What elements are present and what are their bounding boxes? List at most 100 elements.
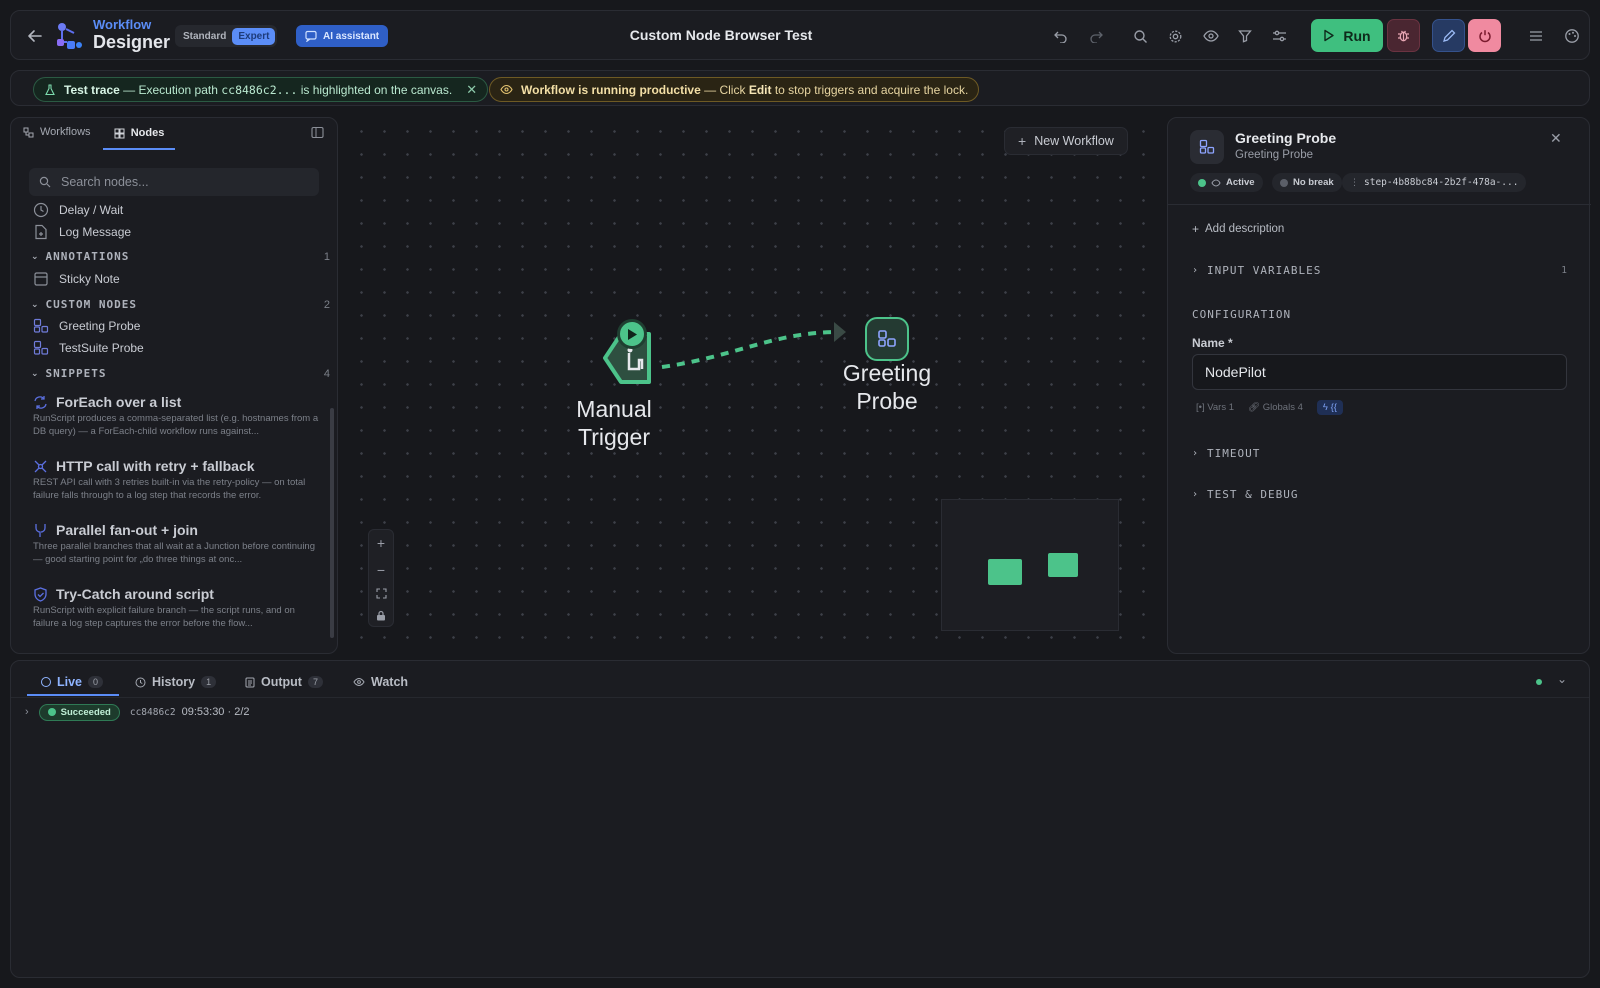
node-greeting-probe[interactable]: [865, 317, 909, 361]
zoom-out-button[interactable]: −: [377, 562, 385, 578]
collapse-panel-button[interactable]: [311, 126, 324, 139]
undo-icon: [1054, 31, 1067, 43]
settings-button[interactable]: [1163, 24, 1187, 48]
lock-icon[interactable]: [376, 610, 386, 621]
section-annotations[interactable]: ⌄ ANNOTATIONS 1: [31, 250, 331, 263]
close-inspector-button[interactable]: ✕: [1550, 130, 1562, 147]
section-custom-nodes[interactable]: ⌄ CUSTOM NODES 2: [31, 298, 331, 311]
step-id-badge[interactable]: ⋮ step-4b88bc84-2b2f-478a-...: [1342, 173, 1527, 192]
node-item-log[interactable]: Log Message: [33, 224, 131, 240]
search-placeholder: Search nodes...: [61, 175, 149, 189]
snippet-foreach[interactable]: ForEach over a list RunScript produces a…: [33, 394, 323, 438]
snippet-http-retry[interactable]: HTTP call with retry + fallback REST API…: [33, 458, 323, 502]
edge-arrow-icon: [834, 322, 846, 342]
add-description-button[interactable]: + Add description: [1192, 222, 1284, 236]
eye-icon: [1211, 178, 1221, 187]
workflow-canvas[interactable]: + New Workflow Manual Trigger Greeting P…: [344, 117, 1154, 654]
ai-assistant-button[interactable]: AI assistant: [296, 25, 389, 47]
chat-icon: [305, 30, 317, 42]
trigger-node-label: Manual Trigger: [554, 395, 674, 451]
node-item-testsuite-probe[interactable]: TestSuite Probe: [33, 340, 144, 356]
chevron-right-icon: ›: [1192, 448, 1200, 459]
tab-live[interactable]: Live 0: [41, 670, 104, 694]
breakpoint-badge[interactable]: No break: [1272, 173, 1342, 192]
app-logo: [53, 19, 87, 53]
redo-icon: [1090, 31, 1103, 43]
redo-button[interactable]: [1084, 24, 1108, 48]
debug-button[interactable]: [1387, 19, 1420, 52]
collapse-bottom-button[interactable]: ⌄: [1557, 672, 1567, 686]
edit-button[interactable]: [1432, 19, 1465, 52]
globals-helper[interactable]: 🔗︎ Globals 4: [1248, 402, 1303, 413]
timeout-section[interactable]: › TIMEOUT: [1192, 447, 1260, 460]
tab-history-label: History: [152, 675, 196, 689]
name-input-value: NodePilot: [1205, 364, 1266, 380]
live-circle-icon: [41, 677, 51, 687]
node-item-delay[interactable]: Delay / Wait: [33, 202, 123, 218]
custom-node-icon: [33, 318, 49, 333]
vars-count: 1: [1228, 402, 1235, 413]
section-custom-label: CUSTOM NODES: [45, 298, 138, 311]
tab-history[interactable]: History 1: [135, 670, 217, 694]
trace-hash: cc8486c2...: [221, 82, 298, 97]
tab-workflows[interactable]: Workflows: [23, 126, 91, 138]
snippet-try-catch[interactable]: Try-Catch around script RunScript with e…: [33, 586, 323, 630]
mode-expert-button[interactable]: Expert: [232, 27, 276, 45]
name-input[interactable]: NodePilot: [1192, 354, 1567, 390]
vars-label: Vars: [1207, 402, 1227, 413]
status-active-badge: Active: [1190, 173, 1263, 192]
run-button[interactable]: Run: [1311, 19, 1383, 52]
section-annotations-label: ANNOTATIONS: [45, 250, 130, 263]
zoom-controls: + −: [368, 529, 394, 627]
search-nodes-input[interactable]: Search nodes...: [29, 168, 319, 196]
filter-button[interactable]: [1233, 24, 1257, 48]
trigger-play-button[interactable]: [617, 319, 647, 349]
scrollbar-thumb[interactable]: [330, 408, 334, 638]
menu-button[interactable]: [1524, 24, 1548, 48]
section-snippets-count: 4: [323, 367, 331, 380]
trigger-label-line2: Trigger: [578, 424, 650, 450]
fit-view-icon[interactable]: [375, 588, 387, 599]
node-item-sticky-note[interactable]: Sticky Note: [33, 271, 120, 287]
tab-watch[interactable]: Watch: [353, 670, 408, 694]
node-item-greeting-probe[interactable]: Greeting Probe: [33, 318, 140, 334]
back-button[interactable]: [23, 24, 47, 48]
tab-nodes-label: Nodes: [130, 127, 165, 139]
expression-helper[interactable]: ϟ {{: [1316, 400, 1343, 415]
snippet-parallel[interactable]: Parallel fan-out + join Three parallel b…: [33, 522, 323, 566]
inspector-subtitle: Greeting Probe: [1235, 149, 1313, 161]
vars-helper[interactable]: [•] Vars 1: [1196, 402, 1234, 413]
tab-nodes[interactable]: Nodes: [103, 118, 175, 150]
workflow-logo-icon: [57, 23, 82, 49]
preview-button[interactable]: [1199, 24, 1223, 48]
search-button[interactable]: [1128, 24, 1152, 48]
app-title: Workflow Designer: [93, 18, 170, 51]
mode-standard-button[interactable]: Standard: [177, 31, 232, 42]
node-manual-trigger[interactable]: [599, 319, 659, 389]
minimap[interactable]: [941, 499, 1119, 631]
undo-button[interactable]: [1049, 24, 1073, 48]
grid-icon: [114, 128, 125, 138]
play-icon: [628, 328, 637, 340]
section-snippets[interactable]: ⌄ SNIPPETS 4: [31, 367, 331, 380]
zoom-in-button[interactable]: +: [377, 535, 385, 551]
stop-button[interactable]: [1468, 19, 1501, 52]
loop-icon: [34, 395, 47, 409]
tab-output[interactable]: Output 7: [245, 670, 323, 694]
trace-close-icon[interactable]: ✕: [466, 82, 477, 98]
node-item-label: TestSuite Probe: [59, 341, 144, 355]
test-debug-section[interactable]: › TEST & DEBUG: [1192, 488, 1299, 501]
inspector-title: Greeting Probe: [1235, 130, 1337, 146]
mode-toggle: Standard Expert: [175, 25, 278, 47]
run-label: Run: [1343, 27, 1371, 44]
timeout-label: TIMEOUT: [1207, 447, 1261, 460]
adjust-button[interactable]: [1267, 24, 1291, 48]
theme-button[interactable]: [1560, 24, 1584, 48]
input-variables-section[interactable]: › INPUT VARIABLES 1: [1192, 264, 1568, 277]
sticky-note-icon: [34, 272, 48, 286]
configuration-label: CONFIGURATION: [1192, 308, 1292, 321]
hash-icon: ⋮: [1350, 177, 1359, 187]
power-icon: [1478, 29, 1491, 42]
run-row[interactable]: › Succeeded cc8486c2 09:53:30 · 2/2: [25, 701, 1575, 723]
search-icon: [1133, 29, 1147, 43]
